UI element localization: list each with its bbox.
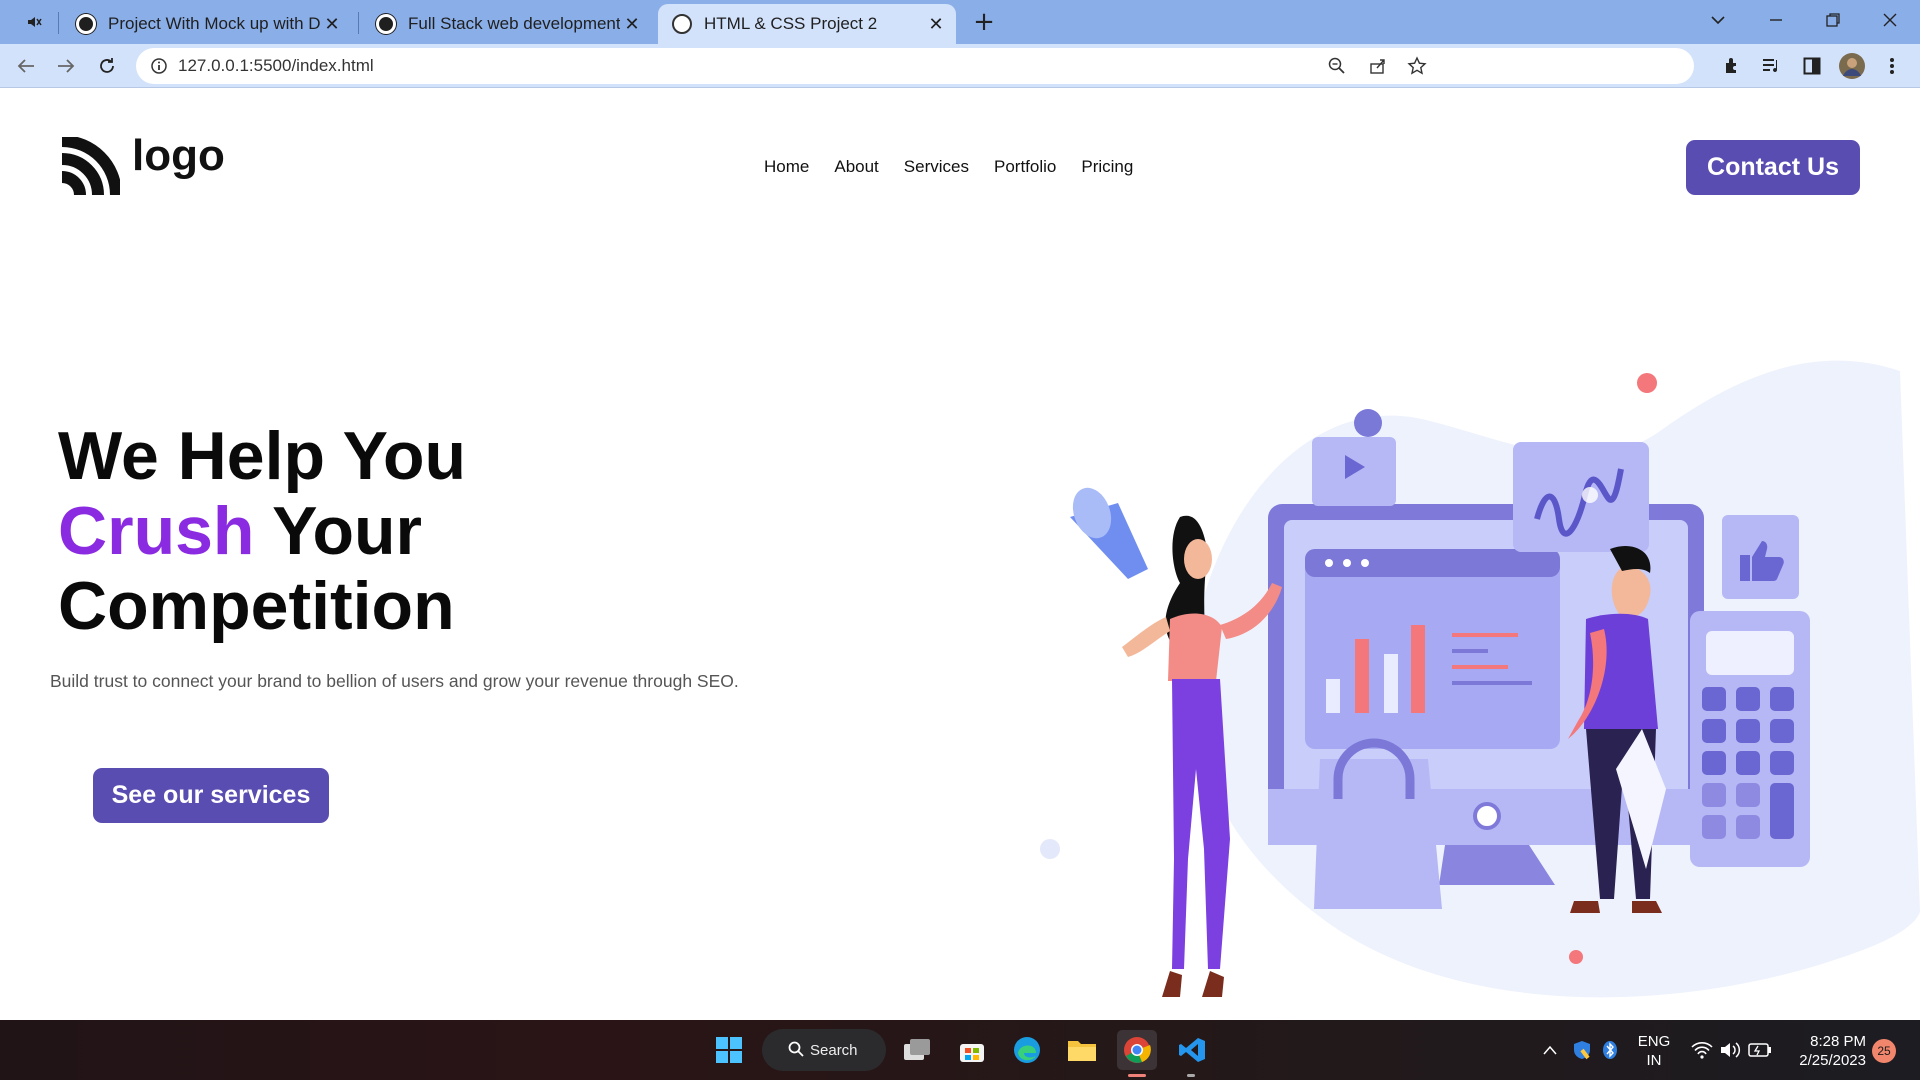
zoom-icon[interactable] <box>1328 57 1346 79</box>
store-icon[interactable] <box>952 1030 992 1070</box>
tab-title: Full Stack web development - Co <box>408 14 620 33</box>
shopping-bag <box>1314 759 1442 909</box>
site-logo[interactable] <box>58 135 122 203</box>
tab-title: Project With Mock up with Desig <box>108 14 320 33</box>
hero-line-1: We Help You <box>58 418 467 494</box>
close-window-icon[interactable] <box>1874 4 1906 36</box>
lang-line-1: ENG <box>1637 1033 1671 1050</box>
close-tab-icon[interactable]: ✕ <box>320 12 344 36</box>
web-page: logo Home About Services Portfolio Prici… <box>0 89 1920 1020</box>
taskbar-search[interactable]: Search <box>762 1029 886 1071</box>
main-nav: Home About Services Portfolio Pricing <box>764 157 1158 177</box>
side-panel-icon[interactable] <box>1796 50 1828 82</box>
nav-pricing[interactable]: Pricing <box>1081 157 1133 177</box>
address-bar[interactable]: 127.0.0.1:5500/index.html <box>136 48 1694 84</box>
share-icon[interactable] <box>1369 57 1387 79</box>
chart-window <box>1305 549 1560 749</box>
forward-icon[interactable] <box>50 50 82 82</box>
hero-line-2-rest: Your <box>254 493 422 569</box>
nav-services[interactable]: Services <box>904 157 969 177</box>
reading-list-icon[interactable] <box>1756 50 1788 82</box>
search-label: Search <box>810 1041 858 1059</box>
vscode-icon[interactable] <box>1172 1030 1212 1070</box>
nav-portfolio[interactable]: Portfolio <box>994 157 1056 177</box>
hero-accent-word: Crush <box>58 493 255 569</box>
wordpress-icon <box>376 14 396 34</box>
tab-search-icon[interactable] <box>1702 4 1734 36</box>
new-tab-icon[interactable]: + <box>968 6 1000 38</box>
decor-dot <box>1354 409 1382 437</box>
hero-line-3: Competition <box>58 568 455 644</box>
tab-active[interactable]: HTML & CSS Project 2 ✕ <box>658 4 956 44</box>
tab-2[interactable]: Full Stack web development - Co ✕ <box>362 4 652 44</box>
monitor-power-dot <box>1473 802 1501 830</box>
clock-time: 8:28 PM <box>1810 1033 1866 1050</box>
language-indicator[interactable]: ENG IN <box>1636 1032 1672 1070</box>
close-tab-icon[interactable]: ✕ <box>620 12 644 36</box>
logo-mark-icon <box>61 135 122 196</box>
notification-badge[interactable]: 25 <box>1872 1039 1896 1063</box>
hero-title: We Help You Crush Your Competition <box>58 419 466 644</box>
decor-dot <box>1040 839 1060 859</box>
lang-line-2: IN <box>1646 1052 1662 1069</box>
search-icon <box>788 1041 804 1061</box>
chrome-icon[interactable] <box>1117 1030 1157 1070</box>
tab-title: HTML & CSS Project 2 <box>704 14 878 33</box>
see-services-button[interactable]: See our services <box>93 768 329 823</box>
decor-dot <box>1637 373 1657 393</box>
file-explorer-icon[interactable] <box>1062 1030 1102 1070</box>
edge-icon[interactable] <box>1007 1030 1047 1070</box>
hero-subtitle: Build trust to connect your brand to bel… <box>50 671 739 691</box>
graph-card <box>1513 442 1649 552</box>
tab-1[interactable]: Project With Mock up with Desig ✕ <box>62 4 352 44</box>
back-icon[interactable] <box>10 50 42 82</box>
windows-start-icon[interactable] <box>709 1030 749 1070</box>
clock[interactable]: 8:28 PM 2/25/2023 <box>1782 1032 1866 1070</box>
browser-toolbar: 127.0.0.1:5500/index.html <box>0 44 1920 88</box>
wordpress-icon <box>76 14 96 34</box>
contact-us-button[interactable]: Contact Us <box>1686 140 1860 195</box>
logo-text[interactable]: logo <box>132 131 225 181</box>
nav-about[interactable]: About <box>834 157 878 177</box>
close-tab-icon[interactable]: ✕ <box>924 12 948 36</box>
url-text: 127.0.0.1:5500/index.html <box>178 56 374 75</box>
mute-tab-icon[interactable] <box>18 6 50 38</box>
battery-icon[interactable] <box>1740 1030 1780 1070</box>
minimize-icon[interactable] <box>1760 4 1792 36</box>
nav-home[interactable]: Home <box>764 157 809 177</box>
hero-illustration <box>1040 360 1920 998</box>
globe-icon <box>672 14 692 34</box>
restore-icon[interactable] <box>1817 4 1849 36</box>
menu-kebab-icon[interactable] <box>1876 50 1908 82</box>
browser-tab-strip: Project With Mock up with Desig ✕ Full S… <box>0 0 1920 44</box>
bookmark-star-icon[interactable] <box>1407 56 1427 80</box>
os-taskbar: Search ENG IN 8:28 PM 2/25/2023 25 <box>0 1020 1920 1080</box>
profile-avatar[interactable] <box>1836 50 1868 82</box>
extensions-icon[interactable] <box>1716 50 1748 82</box>
clock-date: 2/25/2023 <box>1799 1052 1866 1069</box>
task-view-icon[interactable] <box>897 1030 937 1070</box>
bluetooth-icon[interactable] <box>1590 1030 1630 1070</box>
decor-dot <box>1569 950 1583 964</box>
reload-icon[interactable] <box>91 50 123 82</box>
site-info-icon[interactable] <box>150 57 168 79</box>
